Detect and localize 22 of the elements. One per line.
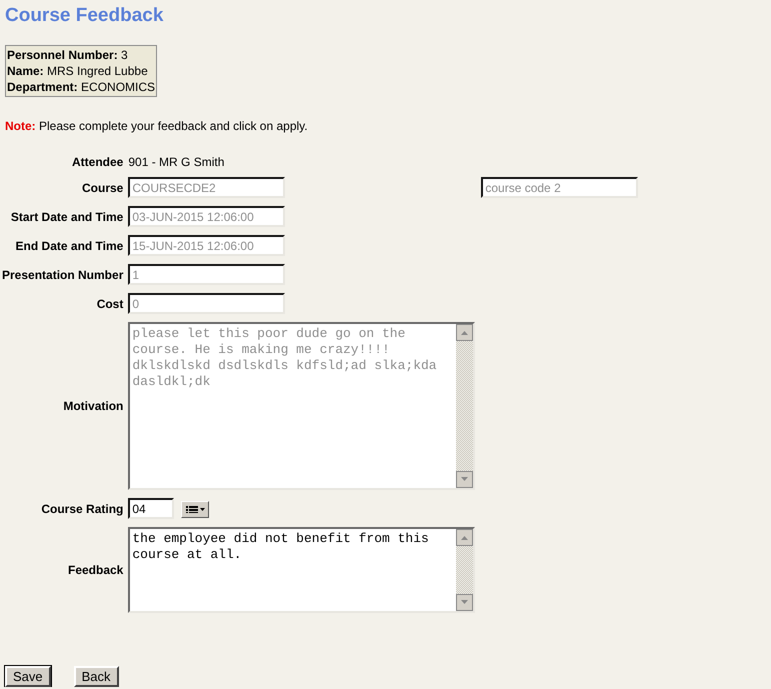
- field-label: End Date and Time: [16, 238, 124, 252]
- personnel-detail: Personnel Number: 3: [7, 47, 129, 63]
- field-label: Course Rating: [41, 502, 124, 516]
- list-picker-button[interactable]: [181, 500, 210, 518]
- page-title: Course Feedback: [5, 5, 164, 27]
- scrollbar[interactable]: [456, 529, 474, 611]
- text-area[interactable]: the employee did not benefit from this course at all.: [128, 527, 476, 613]
- field-label: Presentation Number: [2, 268, 124, 282]
- list-dropdown-icon: [185, 504, 206, 514]
- field-label: Attendee: [72, 155, 124, 169]
- personnel-detail: Department: ECONOMICS: [7, 79, 156, 95]
- field-label: Feedback: [68, 563, 124, 577]
- attendee-value: 901 - MR G Smith: [128, 155, 224, 169]
- back-button[interactable]: Back: [74, 666, 119, 687]
- personnel-detail: Name: MRS Ingred Lubbe: [7, 63, 149, 79]
- rating-field[interactable]: 04: [128, 498, 174, 519]
- field-label: Start Date and Time: [10, 210, 124, 224]
- field-label: Course: [82, 180, 124, 194]
- note-text: Note: Please complete your feedback and click on apply.: [5, 119, 309, 133]
- field-label: Motivation: [63, 399, 124, 413]
- field-label: Cost: [96, 296, 124, 310]
- save-button[interactable]: Save: [5, 666, 51, 687]
